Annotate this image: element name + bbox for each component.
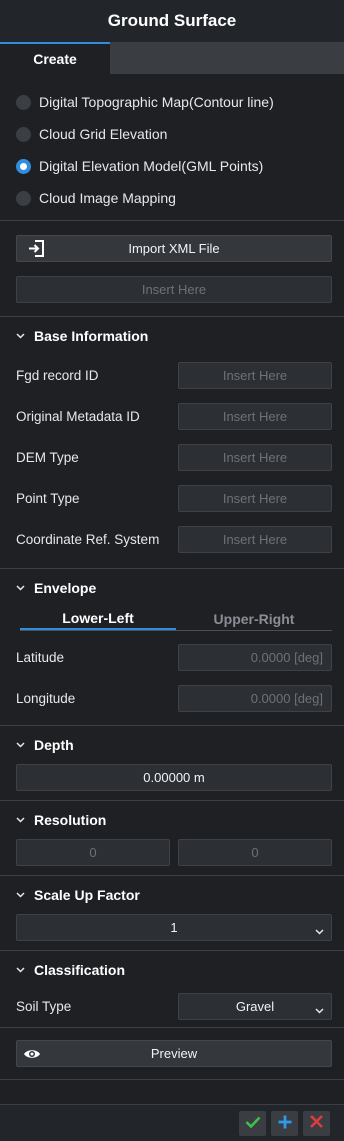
radio-option-contour[interactable]: Digital Topographic Map(Contour line) — [16, 86, 332, 118]
xml-file-input[interactable]: Insert Here — [16, 276, 332, 303]
close-icon — [310, 1115, 323, 1131]
field-label: Latitude — [16, 650, 65, 665]
base-information-section: Base Information Fgd record ID Insert He… — [0, 317, 344, 569]
depth-input[interactable]: 0.00000 m — [16, 764, 332, 791]
radio-button[interactable] — [16, 190, 31, 206]
scale-up-header[interactable]: Scale Up Factor — [16, 876, 332, 914]
select-value: 1 — [170, 920, 178, 935]
panel-title: Ground Surface — [0, 0, 344, 42]
preview-label: Preview — [150, 1046, 198, 1061]
section-title: Envelope — [34, 580, 97, 596]
chevron-down-icon — [16, 742, 26, 748]
field-label: Longitude — [16, 691, 76, 706]
preview-button[interactable]: Preview — [16, 1040, 332, 1067]
action-bar — [0, 1104, 344, 1141]
classification-section: Classification Soil Type Gravel — [0, 951, 344, 1028]
field-label: DEM Type — [16, 450, 79, 465]
radio-button-selected[interactable] — [16, 158, 31, 174]
cancel-button[interactable] — [303, 1110, 330, 1136]
field-dem-type: DEM Type Insert Here — [16, 437, 332, 478]
select-value: Gravel — [235, 998, 275, 1014]
field-point-type: Point Type Insert Here — [16, 478, 332, 519]
chevron-down-icon — [315, 1002, 324, 1017]
resolution-x-input[interactable]: 0 — [16, 839, 170, 866]
section-title: Classification — [34, 962, 126, 978]
section-title: Base Information — [34, 328, 149, 344]
resolution-section: Resolution 0 0 — [0, 801, 344, 876]
confirm-button[interactable] — [239, 1110, 266, 1136]
latitude-input[interactable]: 0.0000 [deg] — [178, 644, 332, 671]
section-title: Depth — [34, 737, 74, 753]
preview-section: Preview — [0, 1028, 344, 1080]
plus-icon — [278, 1115, 292, 1132]
field-fgd-record-id: Fgd record ID Insert Here — [16, 355, 332, 396]
field-soil-type: Soil Type Gravel — [16, 989, 332, 1023]
tab-upper-right[interactable]: Upper-Right — [176, 607, 332, 630]
import-xml-button[interactable]: Import XML File — [16, 235, 332, 262]
section-title: Resolution — [34, 812, 107, 828]
check-icon — [245, 1115, 261, 1131]
depth-header[interactable]: Depth — [16, 726, 332, 764]
original-metadata-id-input[interactable]: Insert Here — [178, 403, 332, 430]
field-label: Soil Type — [16, 998, 72, 1014]
field-label: Original Metadata ID — [16, 409, 140, 424]
depth-section: Depth 0.00000 m — [0, 726, 344, 801]
import-section: Import XML File Insert Here — [0, 221, 344, 317]
coordinate-ref-system-input[interactable]: Insert Here — [178, 526, 332, 553]
point-type-input[interactable]: Insert Here — [178, 485, 332, 512]
tab-create[interactable]: Create — [0, 42, 110, 74]
base-information-header[interactable]: Base Information — [16, 317, 332, 355]
field-latitude: Latitude 0.0000 [deg] — [16, 637, 332, 678]
chevron-down-icon — [315, 923, 324, 938]
radio-label: Digital Elevation Model(GML Points) — [39, 158, 264, 174]
section-title: Scale Up Factor — [34, 887, 140, 903]
tab-bar: Create — [0, 42, 344, 74]
chevron-down-icon — [16, 967, 26, 973]
chevron-down-icon — [16, 585, 26, 591]
resolution-fields: 0 0 — [16, 839, 332, 866]
radio-option-dem[interactable]: Digital Elevation Model(GML Points) — [16, 150, 332, 182]
import-button-label: Import XML File — [128, 241, 220, 256]
chevron-down-icon — [16, 333, 26, 339]
radio-label: Digital Topographic Map(Contour line) — [39, 94, 274, 110]
chevron-down-icon — [16, 817, 26, 823]
dem-type-input[interactable]: Insert Here — [178, 444, 332, 471]
radio-button[interactable] — [16, 94, 31, 110]
field-label: Point Type — [16, 491, 80, 506]
import-icon — [28, 240, 46, 260]
tab-lower-left[interactable]: Lower-Left — [20, 607, 176, 630]
longitude-input[interactable]: 0.0000 [deg] — [178, 685, 332, 712]
source-options: Digital Topographic Map(Contour line) Cl… — [0, 74, 344, 221]
chevron-down-icon — [16, 892, 26, 898]
scale-up-section: Scale Up Factor 1 — [0, 876, 344, 951]
envelope-section: Envelope Lower-Left Upper-Right Latitude… — [0, 569, 344, 726]
radio-label: Cloud Image Mapping — [39, 190, 176, 206]
resolution-header[interactable]: Resolution — [16, 801, 332, 839]
radio-option-cloud-grid[interactable]: Cloud Grid Elevation — [16, 118, 332, 150]
scale-up-select[interactable]: 1 — [16, 914, 332, 941]
fgd-record-id-input[interactable]: Insert Here — [178, 362, 332, 389]
add-button[interactable] — [271, 1110, 298, 1136]
field-original-metadata-id: Original Metadata ID Insert Here — [16, 396, 332, 437]
envelope-tabs: Lower-Left Upper-Right — [20, 607, 332, 631]
radio-button[interactable] — [16, 126, 31, 142]
soil-type-select[interactable]: Gravel — [178, 992, 332, 1020]
field-longitude: Longitude 0.0000 [deg] — [16, 678, 332, 719]
eye-icon — [23, 1048, 41, 1063]
classification-header[interactable]: Classification — [16, 951, 332, 989]
radio-option-cloud-image[interactable]: Cloud Image Mapping — [16, 182, 332, 214]
resolution-y-input[interactable]: 0 — [178, 839, 332, 866]
field-label: Fgd record ID — [16, 368, 99, 383]
envelope-header[interactable]: Envelope — [16, 569, 332, 607]
radio-label: Cloud Grid Elevation — [39, 126, 168, 142]
field-coordinate-ref-system: Coordinate Ref. System Insert Here — [16, 519, 332, 560]
field-label: Coordinate Ref. System — [16, 532, 160, 547]
